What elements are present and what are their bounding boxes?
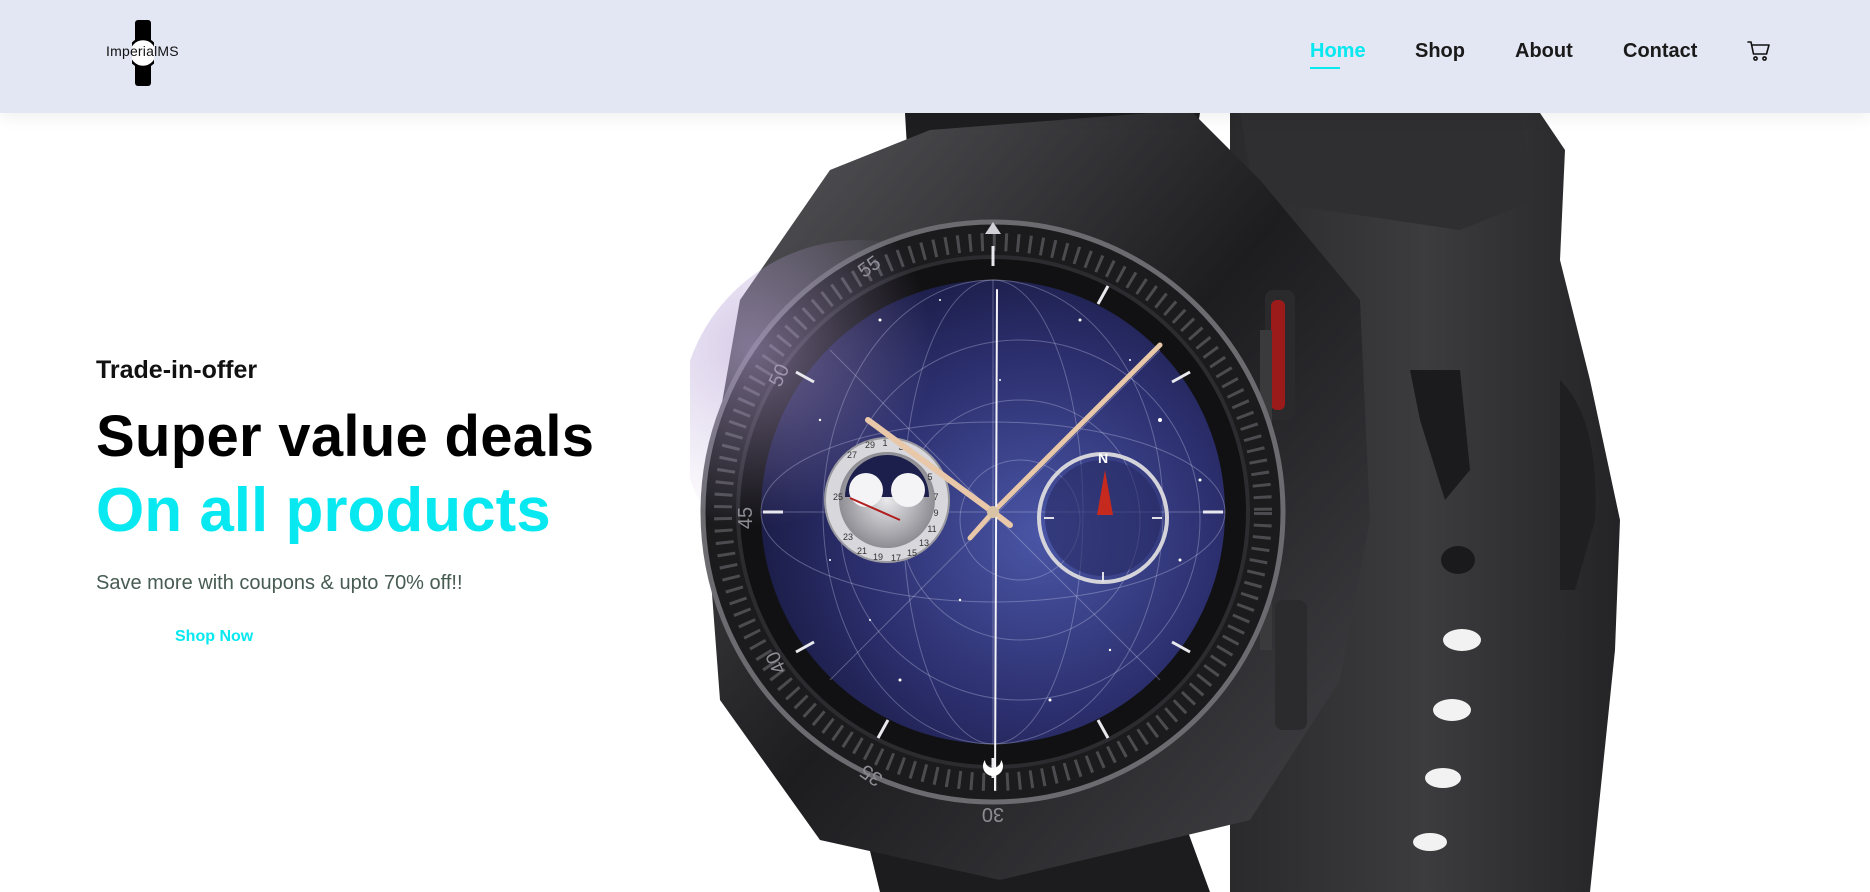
moon-dial-number: 7 [933,492,938,502]
hero-kicker: Trade-in-offer [96,356,258,384]
hero-section: Trade-in-offer Super value deals On all … [0,113,1870,892]
nav-shop[interactable]: Shop [1415,40,1465,63]
moon-dial-number: 15 [907,548,917,558]
moon-dial-number: 27 [847,450,857,460]
moon-dial-number: 25 [833,492,843,502]
logo-text: ImperialMS [106,43,179,59]
moon-phase-subdial: 29 1 27 3 25 5 7 9 11 13 15 17 19 21 23 [824,437,950,563]
shop-now-button[interactable]: Shop Now [166,622,316,652]
shopping-cart-icon [1747,41,1770,61]
moon-dial-number: 11 [927,524,936,534]
compass-subdial: N [1037,450,1169,584]
cart-button[interactable] [1747,40,1771,67]
moon-dial-number: 13 [919,538,929,548]
moon-dial-number: 19 [873,552,883,562]
moon-dial-number: 21 [857,546,867,556]
moon-dial-number: 17 [891,553,901,563]
compass-letter: N [1098,450,1108,466]
logo[interactable]: ImperialMS [100,16,190,86]
nav-contact[interactable]: Contact [1623,40,1697,63]
moon-dial-number: 9 [933,508,938,518]
site-header: ImperialMS Home Shop About Contact [0,0,1870,113]
hero-headline-accent: On all products [96,476,551,545]
moon-dial-number: 29 [865,440,875,450]
nav-home[interactable]: Home [1310,40,1366,63]
hero-subtext: Save more with coupons & upto 70% off!! [96,572,463,594]
hero-headline: Super value deals [96,404,595,469]
smartwatch-product-image: 55 50 45 40 35 30 [690,113,1620,892]
nav-about[interactable]: About [1515,40,1573,63]
moon-dial-number: 23 [843,532,853,542]
moon-dial-number: 1 [882,438,887,448]
bezel-number: 30 [982,803,1004,825]
active-nav-indicator [1310,67,1340,69]
moon-dial-number: 5 [927,472,932,482]
